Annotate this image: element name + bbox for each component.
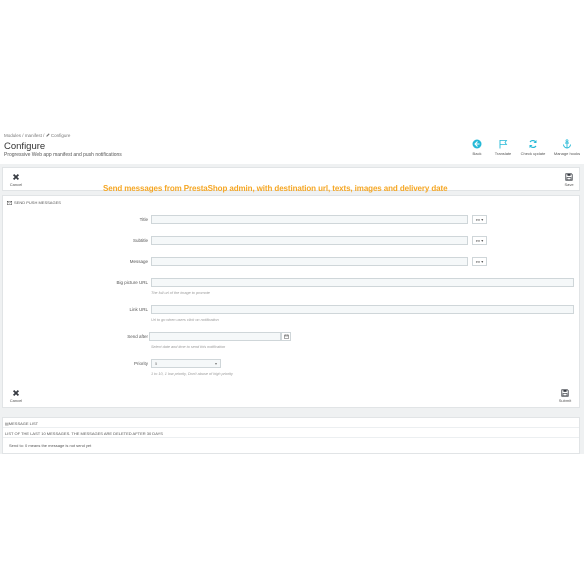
breadcrumb: Modules / manifest / Configure bbox=[4, 133, 71, 138]
top-action-bar: Cancel Save Send messages from PrestaSho… bbox=[2, 167, 580, 205]
message-list-note: Send to: 0 means the message is not send… bbox=[9, 443, 92, 448]
cancel-button-bottom[interactable]: Cancel bbox=[7, 389, 25, 403]
subtitle-lang-select[interactable]: en ▾ bbox=[472, 236, 487, 245]
title-lang-select[interactable]: en ▾ bbox=[472, 215, 487, 224]
close-icon bbox=[12, 173, 20, 181]
big-picture-input[interactable] bbox=[151, 278, 574, 287]
big-picture-label: Big picture URL bbox=[116, 280, 148, 285]
page-subtitle: Progressive Web app manifest and push no… bbox=[4, 152, 122, 158]
title-input[interactable] bbox=[151, 215, 468, 224]
priority-help: 1 to 10, 1 low priority, Don't abuse of … bbox=[151, 372, 233, 376]
caret-down-icon: ▾ bbox=[214, 361, 217, 366]
calendar-icon bbox=[283, 334, 289, 339]
breadcrumb-configure: Configure bbox=[46, 133, 70, 138]
send-after-label: Send after bbox=[127, 334, 148, 339]
subtitle-label: Subtitle bbox=[132, 238, 148, 243]
priority-select[interactable]: 5 ▾ bbox=[151, 359, 221, 368]
check-update-button[interactable]: Check update bbox=[518, 139, 548, 156]
subtitle-input[interactable] bbox=[151, 236, 468, 245]
caret-down-icon: ▾ bbox=[481, 259, 484, 264]
send-after-help: Select date and time to send this notifi… bbox=[151, 345, 226, 349]
envelope-icon bbox=[7, 200, 12, 205]
refresh-icon bbox=[529, 140, 537, 148]
pencil-icon bbox=[46, 133, 50, 137]
save-button[interactable]: Save bbox=[560, 173, 578, 187]
content-area: Cancel Save Send messages from PrestaSho… bbox=[0, 164, 584, 454]
back-circle-icon bbox=[472, 139, 482, 149]
toolbar: Back Translate Check update Manage hooks bbox=[466, 139, 582, 156]
back-button[interactable]: Back bbox=[466, 139, 488, 156]
message-input[interactable] bbox=[151, 257, 468, 266]
promo-text: Send messages from PrestaShop admin, wit… bbox=[103, 184, 448, 193]
floppy-disk-icon bbox=[565, 173, 573, 181]
title-label: Title bbox=[139, 217, 148, 222]
message-list-panel: ▤MESSAGE LIST LIST OF THE LAST 10 MESSAG… bbox=[2, 417, 580, 454]
caret-down-icon: ▾ bbox=[481, 217, 484, 222]
translate-button[interactable]: Translate bbox=[492, 139, 514, 156]
cancel-button-top[interactable]: Cancel bbox=[7, 173, 25, 187]
flag-icon bbox=[499, 140, 508, 149]
breadcrumb-modules[interactable]: Modules bbox=[4, 133, 21, 138]
divider bbox=[3, 427, 579, 428]
message-lang-select[interactable]: en ▾ bbox=[472, 257, 487, 266]
send-after-input[interactable] bbox=[149, 332, 281, 341]
page-title: Configure bbox=[4, 141, 46, 152]
divider bbox=[3, 437, 579, 438]
send-push-form: SEND PUSH MESSAGES Title en ▾ Subtitle e… bbox=[2, 195, 580, 408]
message-label: Message bbox=[129, 259, 148, 264]
link-url-input[interactable] bbox=[151, 305, 574, 314]
close-icon bbox=[12, 389, 20, 397]
link-url-label: Link URL bbox=[129, 307, 148, 312]
caret-down-icon: ▾ bbox=[481, 238, 484, 243]
form-heading: SEND PUSH MESSAGES bbox=[7, 200, 61, 205]
message-list-subheading: LIST OF THE LAST 10 MESSAGES. THE MESSAG… bbox=[5, 431, 163, 436]
date-picker-button[interactable] bbox=[281, 332, 291, 341]
page-header: Modules / manifest / Configure Configure… bbox=[0, 130, 584, 164]
message-list-heading: ▤MESSAGE LIST bbox=[5, 421, 39, 426]
manage-hooks-button[interactable]: Manage hooks bbox=[552, 139, 582, 156]
big-picture-help: The full url of the image to promote bbox=[151, 291, 210, 295]
submit-button[interactable]: Submit bbox=[556, 389, 574, 403]
floppy-disk-icon bbox=[561, 389, 569, 397]
breadcrumb-manifest[interactable]: manifest bbox=[25, 133, 42, 138]
priority-label: Priority bbox=[133, 361, 148, 366]
link-url-help: Url to go when users click on notificati… bbox=[151, 318, 219, 322]
anchor-icon bbox=[563, 139, 571, 149]
